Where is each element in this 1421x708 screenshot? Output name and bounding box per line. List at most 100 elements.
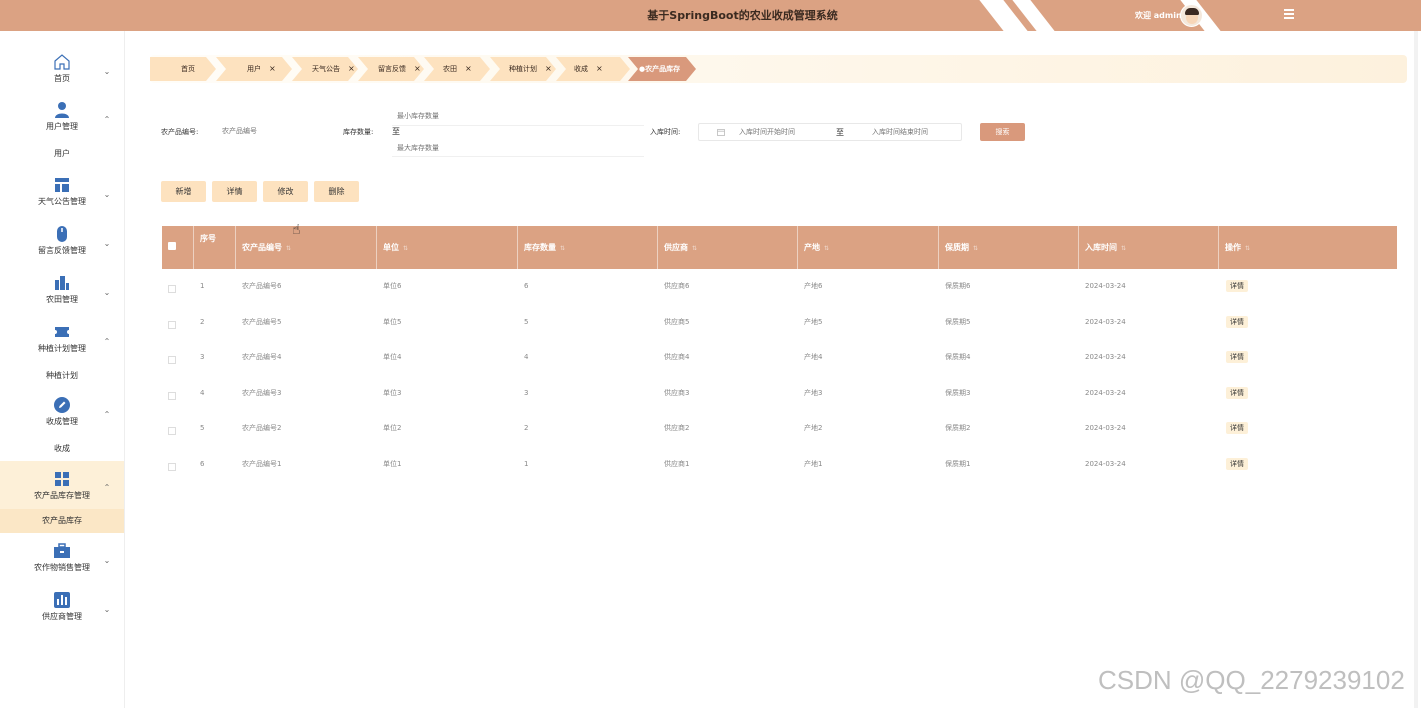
code-input[interactable] (222, 124, 332, 138)
cell-seq: 1 (200, 282, 205, 290)
cell-seq: 5 (200, 424, 205, 432)
column-header-code[interactable]: 农产品编号 ⇅ (236, 226, 377, 269)
home-icon (54, 54, 70, 70)
column-label: 序号 (200, 234, 216, 243)
row-detail-button[interactable]: 详情 (1226, 457, 1248, 470)
sidebar-item-inventory[interactable]: 农产品库存管理 ⌃ (0, 461, 124, 509)
sort-icon[interactable]: ⇅ (692, 245, 697, 252)
close-icon[interactable]: × (545, 64, 552, 73)
cell-supplier: 供应商2 (664, 424, 690, 432)
cell-seq: 4 (200, 388, 205, 397)
date-range-picker[interactable]: 至 (698, 123, 962, 141)
sidebar-subitem-inventory[interactable]: 农产品库存 (0, 509, 124, 533)
tab-home[interactable]: 首页 (181, 57, 195, 81)
row-detail-button[interactable]: 详情 (1226, 280, 1248, 292)
column-header-supplier[interactable]: 供应商 ⇅ (658, 226, 798, 269)
row-checkbox[interactable] (168, 285, 176, 293)
close-icon[interactable]: × (414, 64, 421, 73)
cell-supplier: 供应商1 (664, 459, 690, 468)
sort-icon[interactable]: ⇅ (286, 245, 291, 252)
close-icon[interactable]: × (348, 64, 355, 73)
sidebar-item-supplier[interactable]: 供应商管理 ⌄ (0, 591, 124, 627)
cell-seq: 2 (200, 317, 205, 326)
sidebar-subitem-harvest[interactable]: 收成 (0, 437, 124, 461)
add-button[interactable]: 新增 (161, 181, 206, 202)
column-header-unit[interactable]: 单位 ⇅ (377, 226, 518, 269)
sidebar-item-harvest[interactable]: 收成管理 ⌃ (0, 396, 124, 432)
edit-button[interactable]: 修改 (263, 181, 308, 202)
stock-min-input[interactable] (397, 110, 637, 122)
chevron-up-icon: ⌃ (103, 337, 111, 346)
close-icon[interactable]: × (269, 64, 276, 73)
menu-toggle-icon[interactable] (1284, 9, 1294, 19)
sidebar-item-feedback[interactable]: 留言反馈管理 ⌄ (0, 225, 124, 261)
table-row[interactable]: 1 农产品编号6 单位6 6 供应商6 产地6 保质期6 2024-03-24 … (162, 269, 1397, 305)
page-scrollbar[interactable] (1414, 31, 1418, 708)
row-detail-button[interactable]: 详情 (1226, 422, 1248, 434)
start-time-input[interactable] (739, 127, 829, 138)
cell-code: 农产品编号1 (242, 459, 282, 468)
chevron-down-icon: ⌄ (103, 67, 111, 76)
table-row[interactable]: 5 农产品编号2 单位2 2 供应商2 产地2 保质期2 2024-03-24 … (162, 411, 1397, 447)
column-header-shelf[interactable]: 保质期 ⇅ (939, 226, 1079, 269)
sidebar-item-home[interactable]: 首页 ⌄ (0, 53, 124, 89)
sidebar-item-sales[interactable]: 农作物销售管理 ⌄ (0, 542, 124, 578)
column-header-date[interactable]: 入库时间 ⇅ (1079, 226, 1219, 269)
tab-weather[interactable]: 天气公告 × (312, 57, 355, 81)
tab-harvest[interactable]: 收成 × (574, 57, 603, 81)
sort-icon[interactable]: ⇅ (1121, 245, 1126, 252)
row-detail-button[interactable]: 详情 (1226, 351, 1248, 363)
tab-inventory[interactable]: ●农产品库存 (639, 57, 680, 81)
table-row[interactable]: 2 农产品编号5 单位5 5 供应商5 产地5 保质期5 2024-03-24 … (162, 305, 1397, 341)
building-icon (55, 276, 69, 290)
tab-farmland[interactable]: 农田 × (443, 57, 472, 81)
tab-feedback[interactable]: 留言反馈 × (378, 57, 421, 81)
search-button[interactable]: 搜索 (980, 123, 1025, 141)
sort-icon[interactable]: ⇅ (403, 245, 408, 252)
tab-planting[interactable]: 种植计划 × (509, 57, 552, 81)
cell-date: 2024-03-24 (1085, 424, 1126, 432)
select-all-checkbox[interactable] (168, 242, 176, 250)
sidebar-item-farmland[interactable]: 农田管理 ⌄ (0, 274, 124, 310)
column-header-qty[interactable]: 库存数量 ⇅ (518, 226, 658, 269)
avatar[interactable] (1180, 4, 1203, 27)
detail-button[interactable]: 详情 (212, 181, 257, 202)
table-row[interactable]: 3 农产品编号4 单位4 4 供应商4 产地4 保质期4 2024-03-24 … (162, 340, 1397, 376)
row-checkbox[interactable] (168, 320, 176, 329)
sort-icon[interactable]: ⇅ (824, 245, 829, 252)
column-label: 供应商 (664, 243, 688, 252)
row-checkbox[interactable] (168, 427, 176, 435)
ticket-icon (55, 327, 69, 337)
close-icon[interactable]: × (465, 64, 472, 73)
tab-label: 首页 (181, 65, 195, 73)
cell-seq: 3 (200, 353, 205, 361)
delete-button[interactable]: 删除 (314, 181, 359, 202)
column-label: 操作 (1225, 243, 1241, 252)
row-checkbox[interactable] (168, 391, 176, 400)
sidebar-item-planting[interactable]: 种植计划管理 ⌃ (0, 323, 124, 359)
chevron-up-icon: ⌃ (103, 115, 111, 124)
stock-max-input[interactable] (397, 142, 637, 154)
row-checkbox[interactable] (168, 356, 176, 364)
sort-icon[interactable]: ⇅ (560, 245, 565, 252)
cell-qty: 3 (524, 388, 529, 397)
sidebar-item-users[interactable]: 用户管理 ⌃ (0, 101, 124, 137)
cell-unit: 单位5 (383, 317, 402, 326)
column-label: 入库时间 (1085, 243, 1117, 252)
sidebar-subitem-planting-plan[interactable]: 种植计划 (0, 364, 124, 388)
sidebar-item-weather[interactable]: 天气公告管理 ⌄ (0, 176, 124, 212)
table-row[interactable]: 6 农产品编号1 单位1 1 供应商1 产地1 保质期1 2024-03-24 … (162, 447, 1397, 483)
tab-user[interactable]: 用户 × (247, 57, 276, 81)
column-header-origin[interactable]: 产地 ⇅ (798, 226, 939, 269)
cell-code: 农产品编号6 (242, 282, 282, 290)
row-detail-button[interactable]: 详情 (1226, 315, 1248, 328)
sort-icon[interactable]: ⇅ (973, 245, 978, 252)
row-checkbox[interactable] (168, 462, 176, 471)
tab-label: 收成 (574, 65, 588, 73)
row-detail-button[interactable]: 详情 (1226, 386, 1248, 399)
column-header-seq[interactable]: 序号 (194, 226, 236, 269)
close-icon[interactable]: × (596, 64, 603, 73)
end-time-input[interactable] (872, 127, 962, 138)
sidebar-subitem-user[interactable]: 用户 (0, 142, 124, 166)
table-row[interactable]: 4 农产品编号3 单位3 3 供应商3 产地3 保质期3 2024-03-24 … (162, 376, 1397, 412)
